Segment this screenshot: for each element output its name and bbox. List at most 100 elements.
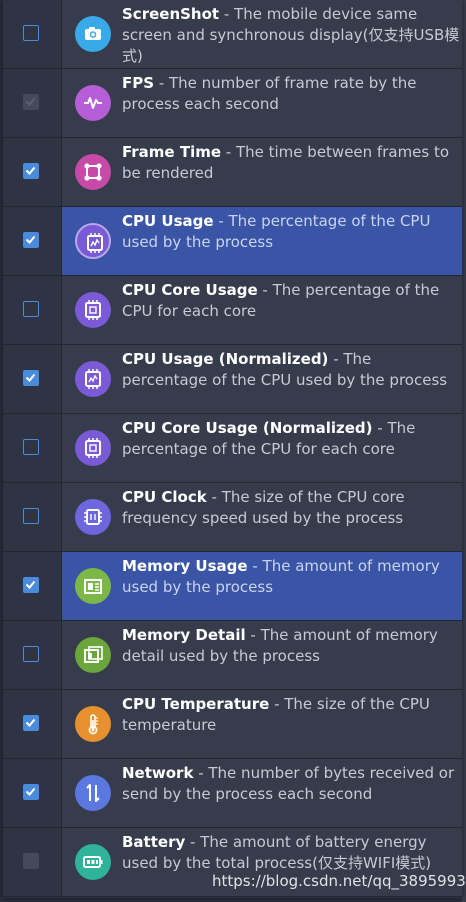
metric-separator: - [372,419,388,437]
memory-detail-icon [75,637,111,673]
checkbox-cell [3,207,62,275]
metric-option-row[interactable]: CPU Core Usage (Normalized) - The percen… [3,414,462,483]
metric-option-row[interactable]: CPU Usage (Normalized) - The percentage … [3,345,462,414]
metric-option-content[interactable]: Memory Detail - The amount of memory det… [62,621,462,689]
metric-name: Frame Time [122,143,222,161]
metric-name: Memory Detail [122,626,246,644]
metric-option-content[interactable]: CPU Usage - The percentage of the CPU us… [62,207,462,275]
checkmark-icon [25,580,36,589]
checkbox-cell [3,414,62,482]
metric-text: CPU Usage (Normalized) - The percentage … [122,349,460,391]
metric-option-content[interactable]: Memory Usage - The amount of memory used… [62,552,462,620]
metric-text: Battery - The amount of battery energy u… [122,832,460,874]
metric-option-content[interactable]: Frame Time - The time between frames to … [62,138,462,206]
metric-text: ScreenShot - The mobile device same scre… [122,4,460,67]
metric-option-row[interactable]: FPS - The number of frame rate by the pr… [3,69,462,138]
metric-name: CPU Usage [122,212,214,230]
pulse-icon [75,85,111,121]
metric-checkbox[interactable] [23,646,39,662]
checkbox-cell [3,483,62,551]
checkbox-cell [3,552,62,620]
metric-separator: - [206,488,222,506]
metric-separator: - [257,281,273,299]
metric-checkbox[interactable] [23,232,39,248]
metric-checkbox[interactable] [23,163,39,179]
checkmark-icon [25,235,36,244]
thermometer-icon [75,706,111,742]
metric-separator: - [247,557,263,575]
metric-option-row[interactable]: ScreenShot - The mobile device same scre… [3,0,462,69]
checkmark-icon [25,373,36,382]
metric-option-content[interactable]: CPU Core Usage (Normalized) - The percen… [62,414,462,482]
checkmark-icon [25,718,36,727]
metric-option-content[interactable]: FPS - The number of frame rate by the pr… [62,69,462,137]
metric-separator: - [245,626,261,644]
metric-option-content[interactable]: CPU Usage (Normalized) - The percentage … [62,345,462,413]
checkbox-cell [3,69,62,137]
metric-checkbox[interactable] [23,508,39,524]
metric-separator: - [193,764,209,782]
metric-option-row[interactable]: CPU Temperature - The size of the CPU te… [3,690,462,759]
metric-checkbox[interactable] [23,577,39,593]
metric-separator: - [269,695,285,713]
metric-option-row[interactable]: Memory Usage - The amount of memory used… [3,552,462,621]
metric-option-content[interactable]: CPU Clock - The size of the CPU core fre… [62,483,462,551]
metric-separator: - [221,143,236,161]
checkbox-cell [3,621,62,689]
metric-text: CPU Clock - The size of the CPU core fre… [122,487,460,529]
metric-option-content[interactable]: CPU Core Usage - The percentage of the C… [62,276,462,344]
checkmark-icon [25,787,36,796]
metric-name: CPU Clock [122,488,207,506]
metric-checkbox[interactable] [23,370,39,386]
metric-option-row[interactable]: Network - The number of bytes received o… [3,759,462,828]
metric-separator: - [154,74,169,92]
metric-separator: - [328,350,344,368]
checkbox-cell [3,828,62,896]
checkbox-cell [3,759,62,827]
metric-separator: - [185,833,201,851]
metric-option-content[interactable]: Network - The number of bytes received o… [62,759,462,827]
checkbox-cell [3,138,62,206]
checkbox-cell [3,276,62,344]
checkmark-icon [25,97,36,106]
metric-option-row[interactable]: CPU Usage - The percentage of the CPU us… [3,207,462,276]
metric-checkbox[interactable] [23,439,39,455]
metric-text: CPU Core Usage (Normalized) - The percen… [122,418,460,460]
metric-checkbox[interactable] [23,25,39,41]
metric-text: Memory Usage - The amount of memory used… [122,556,460,598]
metric-separator: - [213,212,229,230]
metric-option-row[interactable]: Frame Time - The time between frames to … [3,138,462,207]
metric-option-row[interactable]: CPU Clock - The size of the CPU core fre… [3,483,462,552]
checkbox-cell [3,345,62,413]
metric-option-row[interactable]: CPU Core Usage - The percentage of the C… [3,276,462,345]
metric-separator: - [219,5,235,23]
metric-checkbox[interactable] [23,784,39,800]
metric-checkbox[interactable] [23,301,39,317]
metric-name: CPU Temperature [122,695,270,713]
metric-option-row[interactable]: Memory Detail - The amount of memory det… [3,621,462,690]
metric-text: CPU Usage - The percentage of the CPU us… [122,211,460,253]
checkmark-icon [25,166,36,175]
metric-name: Battery [122,833,186,851]
metric-checkbox[interactable] [23,715,39,731]
metric-text: CPU Core Usage - The percentage of the C… [122,280,460,322]
frame-nodes-icon [75,154,111,190]
metric-text: CPU Temperature - The size of the CPU te… [122,694,460,736]
metric-option-content[interactable]: CPU Temperature - The size of the CPU te… [62,690,462,758]
metric-name: Network [122,764,194,782]
camera-icon [75,16,111,52]
metric-name: CPU Core Usage [122,281,258,299]
network-arrows-icon [75,775,111,811]
checkbox-cell [3,0,62,68]
metric-text: Memory Detail - The amount of memory det… [122,625,460,667]
metric-option-content[interactable]: ScreenShot - The mobile device same scre… [62,0,462,68]
metric-name: Memory Usage [122,557,248,575]
battery-icon [75,844,111,880]
cpu-chart-icon [75,223,111,259]
cpu-core-icon [75,292,111,328]
cpu-clock-icon [75,499,111,535]
cpu-chart-icon [75,361,111,397]
metric-checkbox [23,853,39,869]
metric-name: FPS [122,74,155,92]
metric-name: CPU Usage (Normalized) [122,350,329,368]
